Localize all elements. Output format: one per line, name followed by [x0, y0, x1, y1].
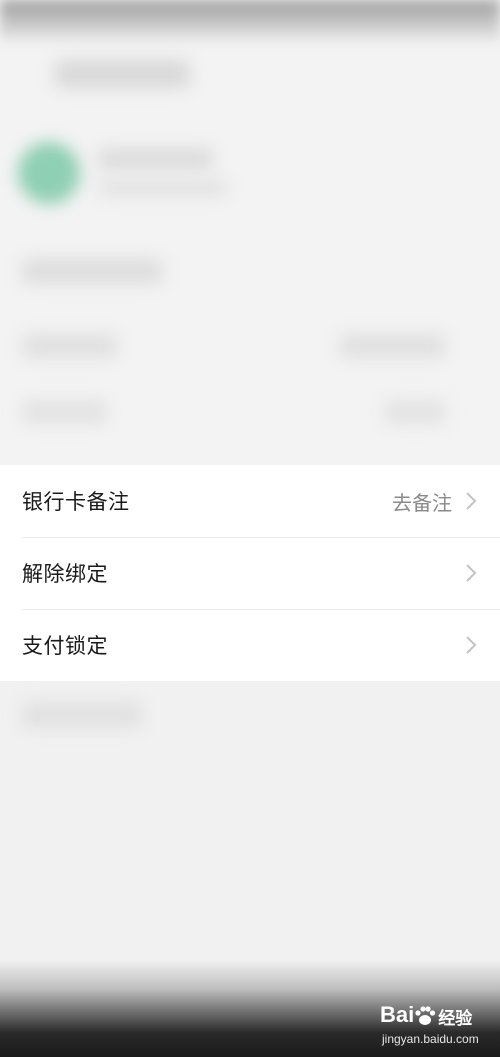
chevron-right-icon — [466, 564, 477, 582]
menu-item-label: 支付锁定 — [22, 634, 108, 658]
watermark-brand-suffix: 经验 — [438, 1008, 473, 1028]
blurred-bank-logo — [18, 142, 80, 204]
blurred-row-value — [385, 400, 445, 424]
action-menu: 银行卡备注 去备注 解除绑定 支付锁定 — [0, 465, 500, 681]
blurred-row-value — [340, 334, 445, 358]
chevron-right-icon — [466, 636, 477, 654]
blurred-card-name — [98, 148, 213, 170]
menu-item-label: 解除绑定 — [22, 562, 108, 586]
paw-icon — [415, 1006, 436, 1026]
blurred-footer-text — [22, 702, 142, 728]
baidu-jingyan-watermark: Bai 经验 jingyan.baidu.com — [380, 1000, 495, 1050]
blurred-card-number — [98, 180, 228, 196]
blurred-section-title — [22, 258, 162, 284]
menu-item-label: 银行卡备注 — [22, 490, 130, 514]
menu-item-value: 去备注 — [392, 490, 452, 515]
screen: 银行卡备注 去备注 解除绑定 支付锁定 Bai 经验 jingyan.baidu… — [0, 0, 500, 1057]
watermark-brand: Bai 经验 — [380, 1002, 472, 1029]
menu-item-right — [464, 634, 478, 656]
blurred-nav-title — [55, 60, 190, 88]
watermark-brand-text: Bai — [380, 1002, 415, 1027]
menu-item-payment-lock[interactable]: 支付锁定 — [0, 609, 500, 681]
menu-item-right — [464, 562, 478, 584]
status-bar-shadow — [0, 0, 500, 40]
watermark-url: jingyan.baidu.com — [382, 1032, 479, 1046]
blurred-row-label — [22, 400, 107, 424]
menu-item-right: 去备注 — [392, 487, 478, 516]
menu-item-unbind[interactable]: 解除绑定 — [0, 537, 500, 609]
blurred-background — [0, 0, 500, 470]
chevron-right-icon — [466, 492, 477, 510]
menu-item-card-remark[interactable]: 银行卡备注 去备注 — [0, 465, 500, 537]
blurred-row-label — [22, 334, 117, 358]
